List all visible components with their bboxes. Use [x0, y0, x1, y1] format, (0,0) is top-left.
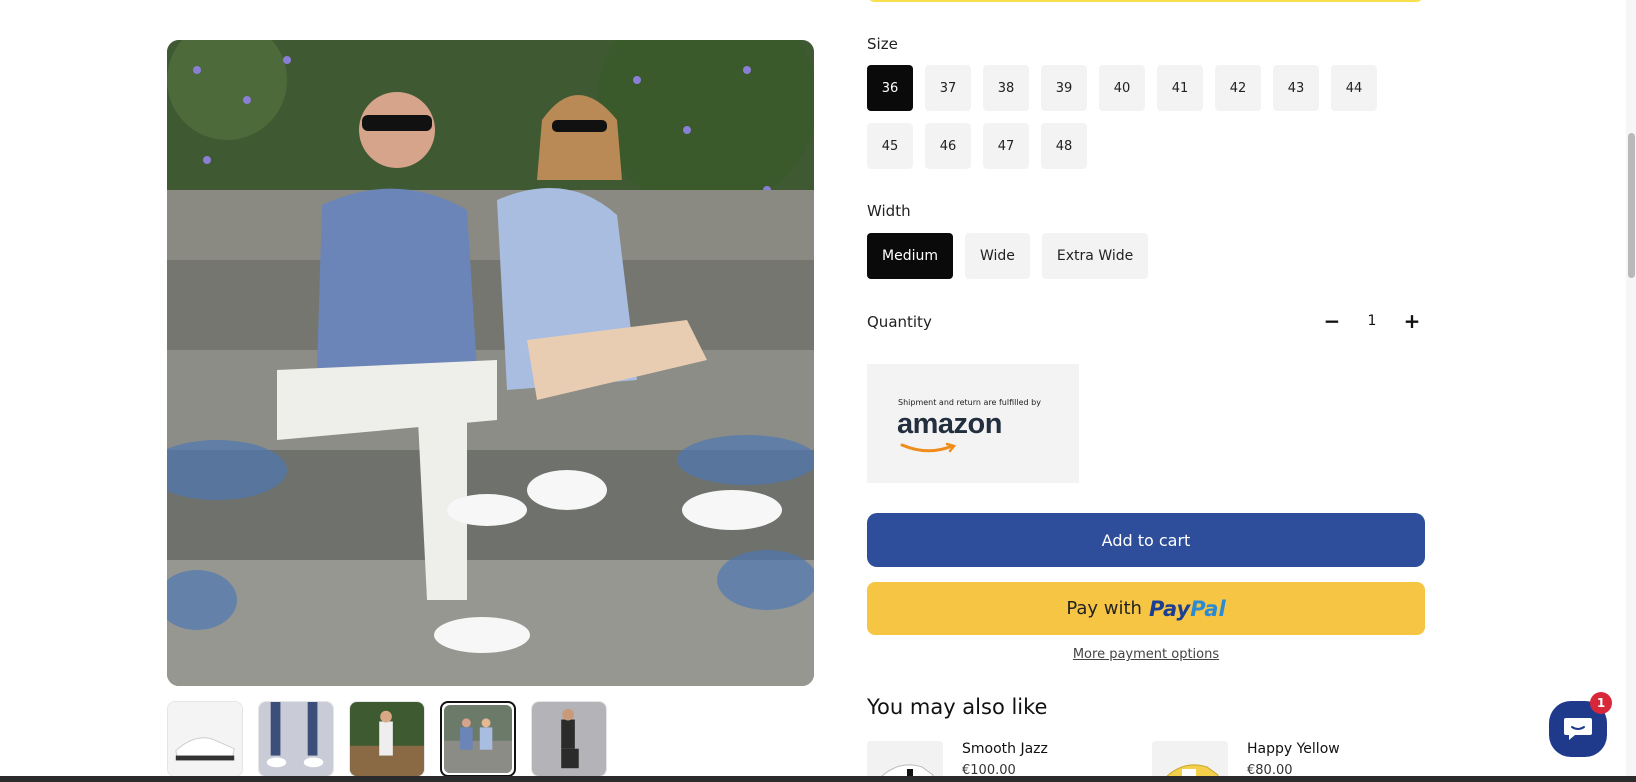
chat-notification-badge: 1 — [1590, 692, 1612, 714]
thumbnail-white-sneaker[interactable] — [167, 701, 243, 777]
chat-bubble-icon — [1564, 718, 1592, 740]
size-option-36[interactable]: 36 — [867, 65, 913, 111]
size-option-39[interactable]: 39 — [1041, 65, 1087, 111]
top-yellow-strip — [867, 0, 1424, 2]
size-option-47[interactable]: 47 — [983, 123, 1029, 169]
paypal-prefix: Pay with — [1066, 598, 1142, 619]
recommendations-heading: You may also like — [867, 695, 1048, 719]
size-option-44[interactable]: 44 — [1331, 65, 1377, 111]
size-options-row-1: 36 37 38 39 40 41 42 43 44 — [867, 65, 1377, 111]
more-payment-options-link[interactable]: More payment options — [867, 647, 1425, 662]
recommendation-name[interactable]: Smooth Jazz — [962, 741, 1048, 757]
quantity-stepper: − 1 + — [1322, 309, 1422, 333]
size-option-46[interactable]: 46 — [925, 123, 971, 169]
thumbnail-walking-legs[interactable] — [258, 701, 334, 777]
product-page: Size 36 37 38 39 40 41 42 43 44 45 46 47… — [0, 0, 1636, 782]
main-product-image[interactable] — [167, 40, 814, 686]
paypal-button[interactable]: Pay with PayPal — [867, 582, 1425, 635]
size-option-41[interactable]: 41 — [1157, 65, 1203, 111]
width-option-medium[interactable]: Medium — [867, 233, 953, 279]
size-option-42[interactable]: 42 — [1215, 65, 1261, 111]
size-options-row-2: 45 46 47 48 — [867, 123, 1087, 169]
size-label: Size — [867, 35, 898, 53]
thumbnail-strip — [167, 701, 607, 777]
recommendation-name[interactable]: Happy Yellow — [1247, 741, 1340, 757]
bottom-edge-bar — [0, 776, 1636, 782]
size-option-38[interactable]: 38 — [983, 65, 1029, 111]
add-to-cart-button[interactable]: Add to cart — [867, 513, 1425, 567]
paypal-logo: PayPal — [1148, 596, 1226, 621]
width-option-wide[interactable]: Wide — [964, 233, 1030, 279]
quantity-label: Quantity — [867, 313, 932, 331]
amazon-fulfilment-note: Shipment and return are fulfilled by — [898, 398, 1041, 407]
amazon-fulfilment-banner: Shipment and return are fulfilled by ama… — [867, 364, 1079, 483]
size-option-40[interactable]: 40 — [1099, 65, 1145, 111]
size-option-45[interactable]: 45 — [867, 123, 913, 169]
width-options: Medium Wide Extra Wide — [867, 233, 1149, 279]
quantity-value[interactable]: 1 — [1368, 313, 1377, 329]
width-label: Width — [867, 202, 911, 220]
page-scrollbar-track[interactable] — [1626, 0, 1636, 782]
size-option-48[interactable]: 48 — [1041, 123, 1087, 169]
thumbnail-woman-on-bridge[interactable] — [349, 701, 425, 777]
page-scrollbar-thumb[interactable] — [1628, 133, 1635, 278]
amazon-logo: amazon — [897, 408, 1002, 440]
size-option-37[interactable]: 37 — [925, 65, 971, 111]
thumbnail-woman-seated-studio[interactable] — [531, 701, 607, 777]
thumbnail-couple-on-steps[interactable] — [440, 701, 516, 777]
quantity-decrease-button[interactable]: − — [1322, 309, 1342, 333]
size-option-43[interactable]: 43 — [1273, 65, 1319, 111]
width-option-extra-wide[interactable]: Extra Wide — [1041, 233, 1149, 279]
quantity-increase-button[interactable]: + — [1402, 309, 1422, 333]
amazon-smile-icon — [900, 442, 957, 453]
